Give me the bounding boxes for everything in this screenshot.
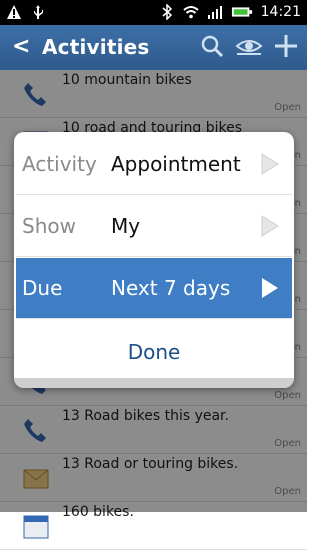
show-filter-row[interactable]: Show My [16,196,292,257]
wifi-icon [182,6,199,19]
action-icons [199,33,299,59]
chevron-right-icon [261,215,279,237]
back-button[interactable]: < [12,34,30,59]
done-button[interactable]: Done [14,330,294,374]
status-right: 14:21 [159,4,301,20]
eye-icon[interactable] [235,33,263,59]
dialog-footer-bar [14,378,294,388]
filter-dialog: Activity Appointment Show My Due Next 7 … [14,132,294,388]
usb-icon [34,5,43,19]
filter-value: Next 7 days [111,276,231,300]
signal-icon [207,6,222,19]
filter-value: My [111,214,141,238]
status-left [6,4,46,20]
filter-label: Due [22,276,63,300]
page-title: Activities [42,35,150,59]
search-icon[interactable] [199,33,225,59]
bluetooth-icon [162,4,172,20]
warning-icon [7,5,21,19]
action-bar: < Activities [0,25,307,70]
filter-label: Activity [22,152,97,176]
filter-label: Show [22,214,76,238]
activity-filter-row[interactable]: Activity Appointment [16,134,292,195]
chevron-right-icon [261,153,279,175]
add-icon[interactable] [273,33,299,59]
calendar-icon [23,515,49,539]
chevron-right-icon [262,278,278,298]
due-filter-row[interactable]: Due Next 7 days [16,258,292,319]
clock: 14:21 [260,4,301,20]
status-bar: 14:21 [0,0,307,25]
filter-value: Appointment [111,152,241,176]
battery-icon [231,7,252,17]
